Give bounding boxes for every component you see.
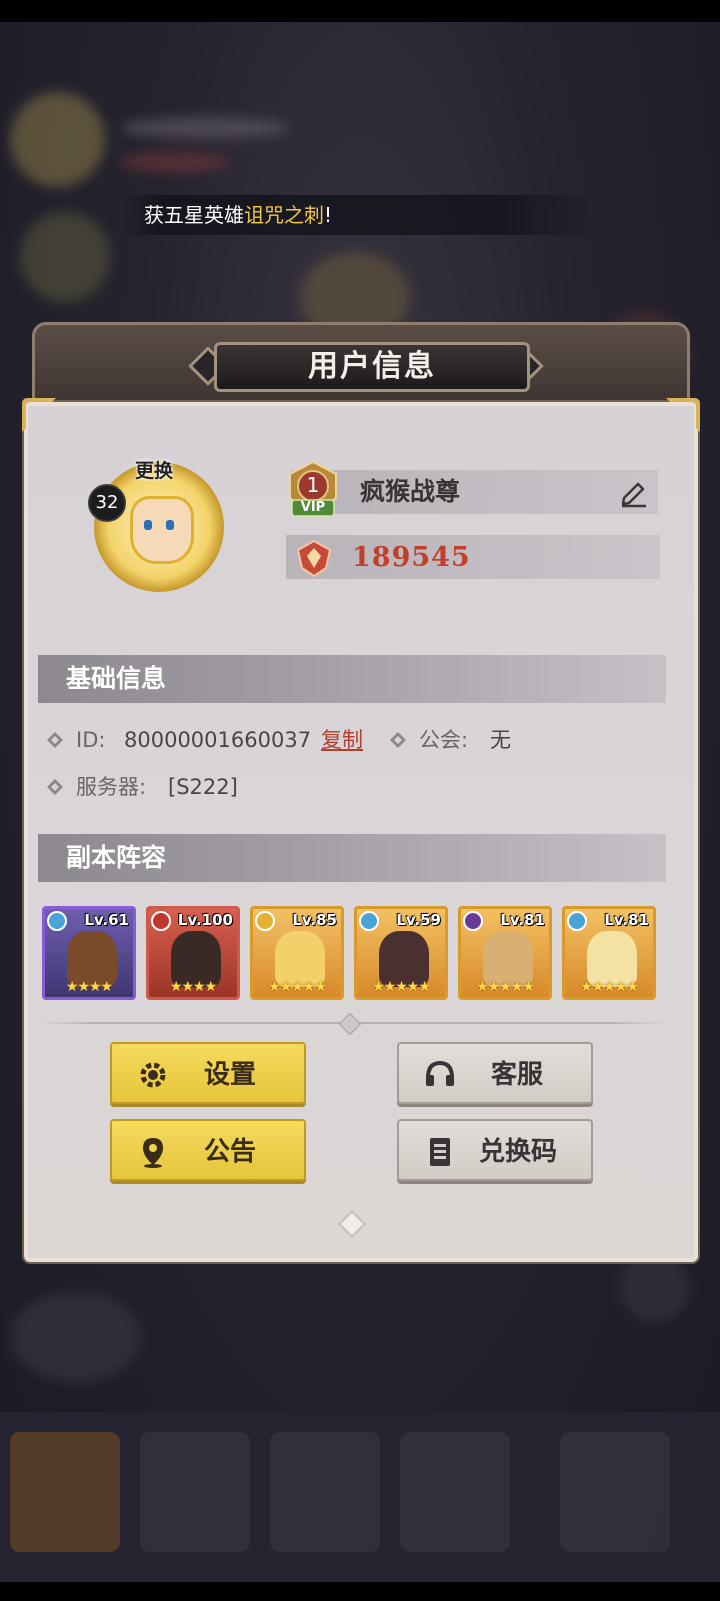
ticker-prefix: 获五星英雄: [144, 203, 244, 227]
hero-card[interactable]: Lv.81 ★★★★★: [458, 906, 552, 1000]
bg-nav-tab: [10, 1432, 120, 1552]
vip-level: 1: [306, 473, 320, 497]
bullet-diamond-icon: [390, 732, 406, 748]
hero-level: Lv.59: [396, 911, 441, 929]
server-value: [S222]: [168, 775, 238, 799]
bullet-diamond-icon: [47, 779, 63, 795]
location-pin-icon: [143, 1138, 163, 1168]
bg-nav-tab: [140, 1432, 250, 1552]
bg-nav-tab: [400, 1432, 510, 1552]
edit-name-icon[interactable]: [618, 476, 650, 508]
bg-text-blob: [120, 152, 230, 172]
corner-ornament-icon: [666, 398, 700, 432]
hero-card[interactable]: Lv.81 ★★★★★: [562, 906, 656, 1000]
avatar-portrait: [130, 496, 194, 564]
settings-button[interactable]: 设置: [110, 1042, 306, 1104]
support-label: 客服: [491, 1060, 544, 1090]
hero-level: Lv.85: [292, 911, 337, 929]
hero-level: Lv.81: [604, 911, 649, 929]
hero-card[interactable]: Lv.59 ★★★★★: [354, 906, 448, 1000]
bg-icon-blob: [620, 1252, 690, 1322]
ledger-icon: [430, 1138, 450, 1166]
hero-stars: ★★★★★: [268, 979, 327, 995]
panel-title: 用户信息: [214, 342, 530, 392]
element-icon: [151, 911, 171, 931]
settings-label: 设置: [204, 1060, 257, 1090]
avatar-eye: [144, 520, 152, 530]
hero-stars: ★★★★★: [372, 979, 431, 995]
ticker-hero-name: 诅咒之刺: [244, 203, 324, 227]
element-icon: [47, 911, 67, 931]
bg-nav-tab: [270, 1432, 380, 1552]
hero-stars: ★★★★: [169, 979, 217, 995]
element-icon: [255, 911, 275, 931]
notice-button[interactable]: 公告: [110, 1119, 306, 1181]
id-label: ID:: [76, 728, 106, 752]
ticker-suffix: !: [324, 203, 333, 227]
combat-power-value: 189545: [352, 542, 471, 573]
guild-value: 无: [490, 728, 511, 752]
basic-info-title: 基础信息: [66, 664, 167, 693]
player-name: 疯猴战尊: [360, 477, 461, 506]
hero-stars: ★★★★: [65, 979, 113, 995]
hero-level: Lv.61: [84, 911, 129, 929]
server-label: 服务器:: [76, 775, 147, 799]
copy-id-button[interactable]: 复制: [321, 725, 363, 755]
support-button[interactable]: 客服: [397, 1042, 593, 1104]
redeem-code-label: 兑换码: [479, 1137, 558, 1167]
bg-nav-tab: [560, 1432, 670, 1552]
guild-label: 公会:: [419, 728, 469, 752]
bg-icon-blob: [20, 212, 110, 302]
announcement-ticker: 获五星英雄诅咒之刺!: [120, 195, 600, 235]
headset-icon: [426, 1060, 454, 1086]
hero-level: Lv.100: [177, 911, 233, 929]
element-icon: [359, 911, 379, 931]
bg-icon-blob: [10, 1292, 140, 1382]
corner-ornament-icon: [22, 398, 56, 432]
hero-stars: ★★★★★: [476, 979, 535, 995]
bullet-diamond-icon: [47, 732, 63, 748]
bg-text-blob: [120, 117, 290, 139]
power-row-bg: [286, 535, 660, 579]
combat-power-icon: [296, 539, 332, 578]
lineup-title: 副本阵容: [66, 843, 167, 872]
hero-stars: ★★★★★: [580, 979, 639, 995]
hero-card[interactable]: Lv.85 ★★★★★: [250, 906, 344, 1000]
avatar-change-label[interactable]: 更换: [135, 456, 173, 483]
bg-bottom-nav: [0, 1412, 720, 1582]
id-value: 80000001660037: [124, 728, 312, 752]
vip-label: VIP: [300, 500, 326, 515]
element-icon: [463, 911, 483, 931]
hero-level: Lv.81: [500, 911, 545, 929]
hero-card[interactable]: Lv.100 ★★★★: [146, 906, 240, 1000]
notice-label: 公告: [204, 1137, 257, 1167]
redeem-code-button[interactable]: 兑换码: [397, 1119, 593, 1181]
hero-card[interactable]: Lv.61 ★★★★: [42, 906, 136, 1000]
avatar-eye: [166, 520, 174, 530]
element-icon: [567, 911, 587, 931]
name-row-bg: [292, 470, 658, 514]
player-level-badge: 32: [88, 484, 126, 522]
gear-icon: [140, 1062, 166, 1088]
bg-avatar-blob: [10, 92, 105, 187]
